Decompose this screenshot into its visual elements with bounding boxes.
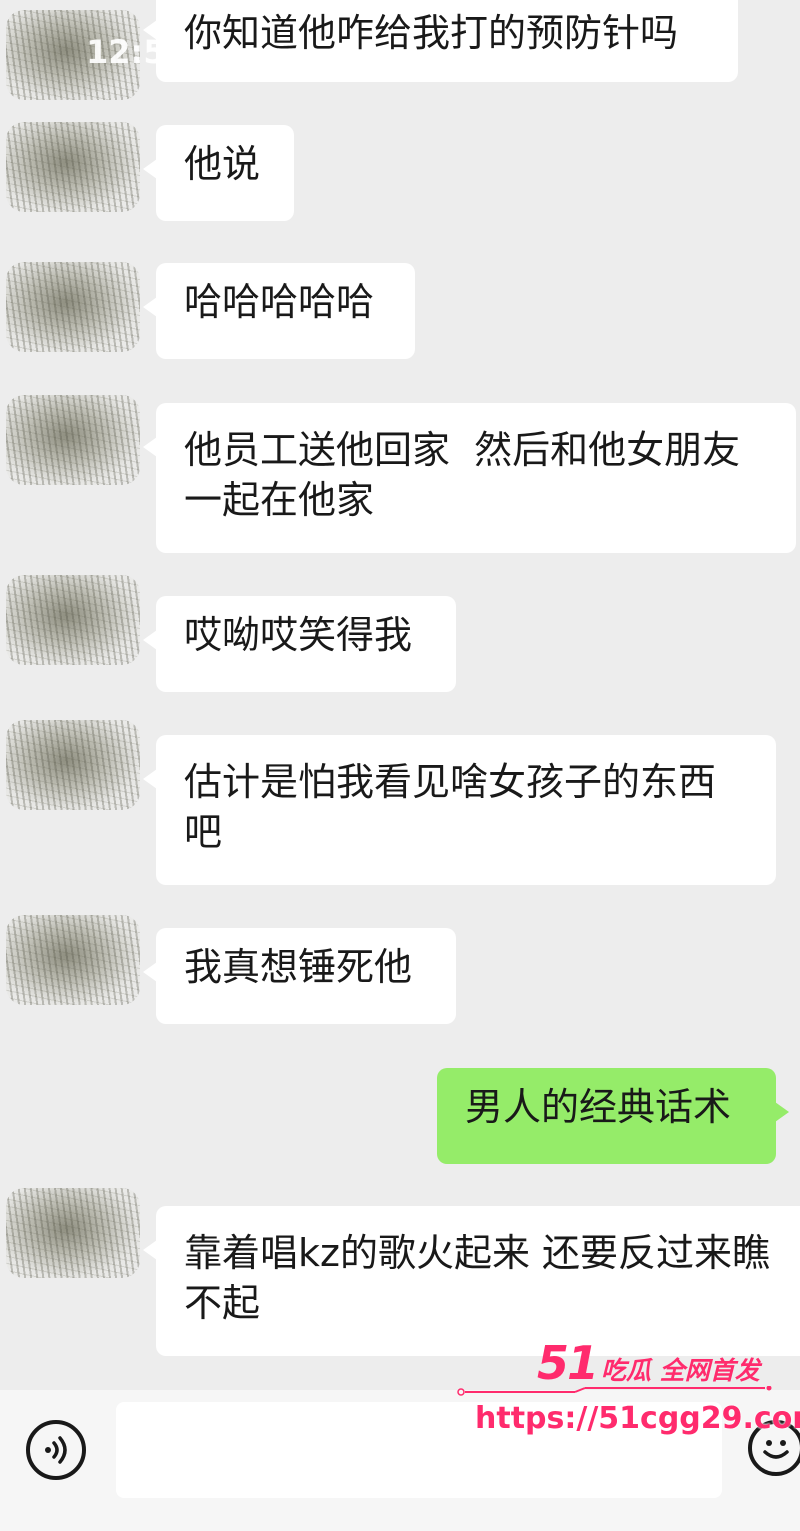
message-bubble[interactable]: 估计是怕我看见啥女孩子的东西吧: [143, 735, 776, 885]
watermark-brand-text: 吃瓜 全网首发: [601, 1356, 760, 1385]
watermark-url: https://51cgg29.com: [475, 1401, 800, 1436]
contact-avatar[interactable]: [0, 385, 150, 497]
status-time: 12:5: [86, 33, 156, 71]
contact-avatar[interactable]: [0, 710, 150, 822]
message-bubble[interactable]: 我真想锤死他: [143, 928, 456, 1024]
watermark-brand-number: 51: [537, 1336, 599, 1390]
contact-avatar[interactable]: [0, 905, 150, 1017]
contact-avatar[interactable]: [0, 252, 150, 364]
message-bubble[interactable]: 靠着唱kz的歌火起来 还要反过来瞧不起: [143, 1206, 800, 1356]
message-bubble[interactable]: 哈哈哈哈哈: [143, 263, 415, 359]
contact-avatar[interactable]: [0, 1178, 150, 1290]
message-bubble[interactable]: 他员工送他回家 然后和他女朋友一起在他家: [143, 403, 796, 553]
message-bubble[interactable]: 哎呦哎笑得我: [143, 596, 456, 692]
voice-icon[interactable]: [26, 1420, 86, 1480]
chat-screen: 12:5 你知道他咋给我打的预防针吗 他说 哈哈哈哈哈 他员工送他回家 然后和他…: [0, 0, 800, 1531]
contact-avatar[interactable]: [0, 565, 150, 677]
message-bubble-outgoing[interactable]: 男人的经典话术: [437, 1068, 789, 1164]
watermark-circuit-line: [457, 1386, 772, 1396]
contact-avatar[interactable]: [0, 112, 150, 224]
message-bubble[interactable]: 你知道他咋给我打的预防针吗: [143, 0, 738, 82]
watermark: 51 吃瓜 全网首发 https://51cgg29.com: [455, 1336, 800, 1448]
message-bubble[interactable]: 他说: [143, 125, 294, 221]
